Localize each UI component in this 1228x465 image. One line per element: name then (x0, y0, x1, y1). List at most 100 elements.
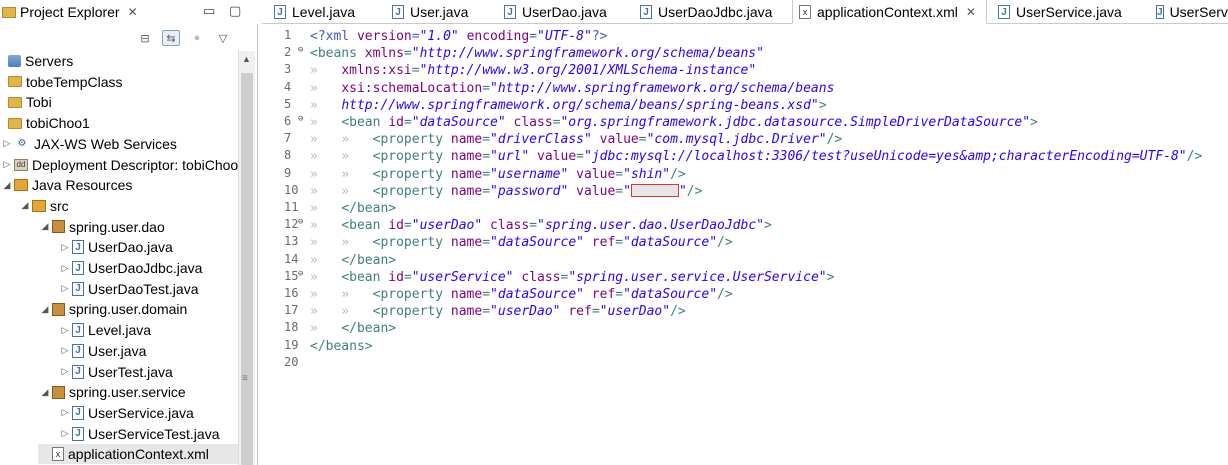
collapsed-icon[interactable]: ▷ (0, 138, 14, 149)
fold-toggle-icon[interactable]: ⊖ (298, 114, 303, 124)
code-line[interactable]: » » <property name="userDao" ref="userDa… (310, 303, 686, 320)
scroll-up-icon[interactable]: ▲ (242, 54, 251, 64)
tree-item[interactable]: ▷ dd Deployment Descriptor: tobiChoo (0, 155, 239, 175)
tree-item[interactable]: ▷ J UserDao.java (58, 237, 173, 257)
explorer-scrollbar[interactable]: ▲ ≡ (238, 51, 255, 465)
code-token: = (638, 132, 647, 148)
tree-item[interactable]: ▷ J User.java (58, 341, 147, 361)
code-line[interactable]: » http://www.springframework.org/schema/… (310, 97, 827, 114)
tree-item[interactable]: Servers (0, 51, 73, 71)
editor-tab[interactable]: J User.java (386, 0, 492, 24)
java-file-icon: J (72, 240, 84, 255)
tree-item[interactable]: ▷ J UserDaoJdbc.java (58, 258, 203, 278)
expanded-icon[interactable]: ◢ (38, 304, 52, 315)
fold-toggle-icon[interactable]: ⊖ (298, 217, 303, 227)
java-file-icon: J (998, 5, 1010, 19)
code-line[interactable]: » </bean> (310, 200, 396, 217)
code-line[interactable]: <?xml version="1.0" encoding="UTF-8"?> (310, 28, 607, 45)
view-menu-icon[interactable]: ▽ (214, 30, 232, 46)
collapsed-icon[interactable]: ▷ (58, 407, 72, 418)
collapsed-icon[interactable]: ▷ (58, 428, 72, 439)
maximize-icon[interactable]: ▢ (229, 3, 241, 19)
editor-tab-label: UserServi (1169, 4, 1228, 20)
expanded-icon[interactable]: ◢ (0, 180, 14, 191)
collapsed-icon[interactable]: ▷ (0, 159, 14, 170)
tree-item[interactable]: ▷ ⚙ JAX-WS Web Services (0, 134, 177, 154)
tree-item[interactable]: ◢ Java Resources (0, 175, 133, 195)
editor-tab-bar: J Level.java J User.java J UserDao.java J UserD… (262, 0, 1228, 24)
code-token: <?xml (310, 29, 357, 44)
line-number: 4 (262, 80, 310, 97)
code-line[interactable]: » » <property name="url" value="jdbc:mys… (310, 148, 1202, 165)
code-line[interactable]: » xsi:schemaLocation="http://www.springf… (310, 80, 834, 97)
editor-tab[interactable]: x applicationContext.xml ✕ (792, 0, 987, 24)
code-token: value (537, 149, 577, 165)
code-line[interactable]: » » <property name="driverClass" value="… (310, 131, 842, 148)
code-line[interactable]: » xmlns:xsi="http://www.w3.org/2001/XMLS… (310, 62, 756, 79)
fold-toggle-icon[interactable]: ⊖ (298, 269, 303, 279)
tree-item[interactable]: ▷ J UserService.java (58, 403, 194, 423)
code-line[interactable]: » » <property name="username" value="shi… (310, 166, 686, 183)
collapsed-icon[interactable]: ▷ (58, 242, 72, 253)
expanded-icon[interactable]: ◢ (18, 200, 32, 211)
focus-icon[interactable]: ● (188, 30, 206, 46)
collapsed-icon[interactable]: ▷ (58, 345, 72, 356)
close-icon[interactable]: ✕ (966, 5, 976, 19)
code-token: > (818, 97, 827, 113)
code-line[interactable]: <beans xmlns="http://www.springframework… (310, 45, 764, 62)
code-token: class (490, 218, 530, 234)
tree-item[interactable]: ◢ spring.user.service (38, 382, 186, 402)
code-token: » (310, 252, 342, 268)
scrollbar-thumb[interactable] (241, 73, 253, 465)
collapsed-icon[interactable]: ▷ (58, 366, 72, 377)
collapsed-icon[interactable]: ▷ (58, 263, 72, 274)
tree-item[interactable]: ▷ J UserDaoTest.java (58, 279, 199, 299)
tree-item[interactable]: x applicationContext.xml (38, 444, 238, 465)
code-token: "http://www.springframework.org/schema/b… (411, 46, 764, 62)
code-token: <property (372, 235, 451, 251)
tree-item[interactable]: ◢ spring.user.dao (38, 217, 165, 237)
expanded-icon[interactable]: ◢ (38, 387, 52, 398)
code-line[interactable]: » <bean id="dataSource" class="org.sprin… (310, 114, 1038, 131)
code-line[interactable]: » » <property name="password" value=" "/> (310, 183, 702, 200)
editor-tab[interactable]: J UserDao.java (498, 0, 628, 24)
code-line[interactable]: » <bean id="userDao" class="spring.user.… (310, 217, 772, 234)
code-token: class (513, 115, 553, 130)
tab-project-explorer[interactable]: Project Explorer ✕ (0, 0, 150, 24)
tree-item[interactable]: Tobi (0, 92, 52, 112)
collapsed-icon[interactable]: ▷ (58, 283, 72, 294)
tree-item[interactable]: ▷ J UserTest.java (58, 362, 173, 382)
package-icon (52, 220, 65, 234)
link-with-editor-icon[interactable]: ⇆ (162, 30, 180, 46)
tree-item[interactable]: tobeTempClass (0, 72, 123, 92)
code-line[interactable]: </beans> (310, 338, 373, 355)
code-token: class (521, 269, 561, 285)
minimize-icon[interactable]: ▭ (203, 3, 215, 19)
code-token: » » (310, 287, 373, 302)
tree-item[interactable]: ◢ src (18, 196, 69, 216)
collapsed-icon[interactable]: ▷ (58, 325, 72, 336)
editor-tab[interactable]: J UserDaoJdbc.java (634, 0, 784, 24)
fold-toggle-icon[interactable]: ⊖ (298, 45, 303, 55)
code-line[interactable]: » <bean id="userService" class="spring.u… (310, 269, 834, 286)
code-token: "userDao" (599, 304, 671, 320)
collapse-all-icon[interactable]: ⊟ (136, 30, 154, 46)
editor-tab[interactable]: J UserService.java (992, 0, 1142, 24)
tree-item[interactable]: ◢ spring.user.domain (38, 299, 188, 319)
close-icon[interactable]: ✕ (128, 5, 138, 19)
code-line[interactable]: » </bean> (310, 252, 396, 269)
tree-item-label: spring.user.service (69, 384, 186, 401)
code-token: /> (1186, 149, 1203, 165)
code-line[interactable]: » </bean> (310, 320, 396, 337)
tree-item[interactable]: ▷ J Level.java (58, 320, 152, 340)
tree-item[interactable]: ▷ J UserServiceTest.java (58, 424, 220, 444)
editor-tab[interactable]: J Level.java (268, 0, 380, 24)
editor-tab[interactable]: J UserServi (1150, 0, 1228, 24)
code-line[interactable]: » » <property name="dataSource" ref="dat… (310, 286, 733, 303)
code-line[interactable]: » » <property name="dataSource" ref="dat… (310, 234, 733, 251)
line-number-text: 10 (284, 182, 299, 197)
tree-item[interactable]: tobiChoo1 (0, 113, 90, 133)
expanded-icon[interactable]: ◢ (38, 221, 52, 232)
code-token: "userService" (411, 269, 514, 285)
